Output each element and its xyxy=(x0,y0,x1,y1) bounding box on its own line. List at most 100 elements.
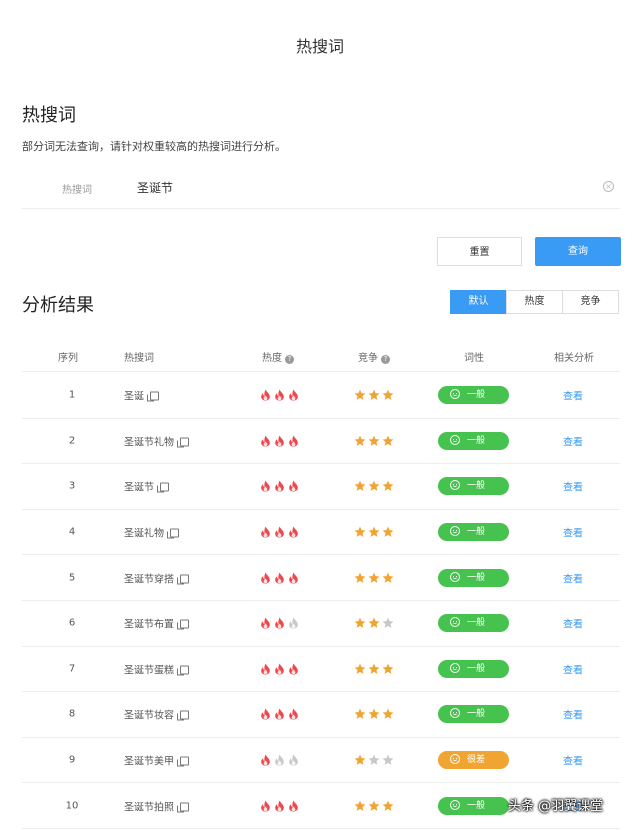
flame-icon xyxy=(288,526,299,538)
watermark: 头条 @羽翼课堂 xyxy=(508,799,604,814)
tone-tag: 一般 xyxy=(438,614,509,633)
tone-tag: 一般 xyxy=(438,568,509,587)
view-analysis-link[interactable]: 查看 xyxy=(563,479,583,494)
copy-icon[interactable] xyxy=(177,619,189,630)
view-analysis-link[interactable]: 查看 xyxy=(563,616,583,631)
search-label: 热搜词 xyxy=(62,185,92,196)
flame-icon xyxy=(288,389,299,401)
copy-icon[interactable] xyxy=(177,710,189,721)
flame-icon xyxy=(288,800,299,812)
query-button[interactable]: 查询 xyxy=(535,237,621,266)
star-icon xyxy=(354,754,366,766)
results-section-title: 分析结果 xyxy=(22,295,94,316)
star-icon xyxy=(382,572,394,584)
section-description: 部分词无法查询，请针对权重较高的热搜词进行分析。 xyxy=(22,140,286,153)
row-index: 10 xyxy=(65,800,79,812)
heat-rating xyxy=(260,663,299,675)
view-analysis-link[interactable]: 查看 xyxy=(563,753,583,768)
view-analysis-link[interactable]: 查看 xyxy=(563,570,583,585)
row-word-label: 圣诞节蛋糕 xyxy=(124,665,174,677)
flame-icon xyxy=(274,708,285,721)
row-word: 圣诞 xyxy=(124,388,159,403)
hot-search-section-title: 热搜词 xyxy=(22,105,76,126)
smiley-face-icon xyxy=(450,662,460,673)
competition-rating xyxy=(354,389,394,401)
smiley-face-icon xyxy=(450,571,460,582)
help-icon[interactable]: ? xyxy=(381,355,390,364)
row-word-label: 圣诞节美甲 xyxy=(124,756,174,768)
tone-tag: 一般 xyxy=(438,431,509,450)
competition-rating xyxy=(354,663,394,675)
view-analysis-link[interactable]: 查看 xyxy=(563,707,583,722)
view-analysis-link[interactable]: 查看 xyxy=(563,388,583,403)
row-word-label: 圣诞节礼物 xyxy=(124,437,174,449)
row-index: 3 xyxy=(68,480,76,492)
flame-icon xyxy=(288,617,299,629)
sort-tab-default[interactable]: 默认 xyxy=(450,290,507,314)
flame-icon xyxy=(260,800,271,812)
copy-icon[interactable] xyxy=(177,437,189,448)
star-icon xyxy=(368,663,380,675)
tone-tag: 一般 xyxy=(438,705,509,724)
row-word: 圣诞节布置 xyxy=(124,616,189,631)
copy-icon[interactable] xyxy=(177,802,189,813)
flame-icon xyxy=(274,663,285,675)
tone-label: 一般 xyxy=(467,435,486,446)
view-analysis-link[interactable]: 查看 xyxy=(563,433,583,448)
tone-badge: 一般 xyxy=(438,568,509,587)
tone-label: 一般 xyxy=(467,663,486,674)
copy-icon[interactable] xyxy=(167,528,179,539)
view-analysis-link[interactable]: 查看 xyxy=(563,661,583,676)
star-icon xyxy=(354,617,366,629)
tone-badge: 一般 xyxy=(438,659,509,678)
search-input[interactable] xyxy=(137,176,577,198)
star-icon xyxy=(368,389,380,401)
reset-button[interactable]: 重置 xyxy=(437,237,522,266)
copy-icon[interactable] xyxy=(177,665,189,676)
row-word-label: 圣诞节拍照 xyxy=(124,802,174,814)
flame-icon xyxy=(260,389,271,401)
view-analysis-link[interactable]: 查看 xyxy=(563,525,583,540)
star-icon xyxy=(382,435,394,447)
copy-icon[interactable] xyxy=(147,391,159,402)
row-word: 圣诞节妆容 xyxy=(124,707,189,722)
row-word: 圣诞节礼物 xyxy=(124,433,189,448)
heat-rating xyxy=(260,389,299,401)
star-icon xyxy=(382,389,394,401)
copy-icon[interactable] xyxy=(177,756,189,767)
flame-icon xyxy=(260,572,271,584)
flame-icon xyxy=(274,435,285,447)
competition-rating xyxy=(354,572,394,584)
star-icon xyxy=(368,526,380,538)
flame-icon xyxy=(274,389,285,401)
row-word: 圣诞节蛋糕 xyxy=(124,661,189,676)
star-icon xyxy=(368,480,380,492)
flame-icon xyxy=(288,572,299,584)
header-analysis: 相关分析 xyxy=(554,353,594,364)
flame-icon xyxy=(288,435,299,447)
sort-tab-heat[interactable]: 热度 xyxy=(506,290,563,314)
table-row: 4 圣诞礼物 一般 查看 xyxy=(22,510,620,556)
results-table-body: 1 圣诞 一般 查看 2 圣诞节礼物 一般 查看 3 圣诞节 一般 查看 4 圣诞礼物 一般 查看 5 圣诞节穿搭… xyxy=(22,373,620,829)
tone-label: 很差 xyxy=(467,755,486,766)
star-icon xyxy=(354,526,366,538)
row-word: 圣诞节美甲 xyxy=(124,753,189,768)
help-icon[interactable]: ? xyxy=(285,355,294,364)
copy-icon[interactable] xyxy=(177,574,189,585)
sort-tab-competition[interactable]: 竞争 xyxy=(562,290,619,314)
smiley-face-icon xyxy=(450,480,460,491)
tone-badge: 一般 xyxy=(438,477,509,496)
header-competition-label: 竞争 xyxy=(358,353,378,364)
star-icon xyxy=(368,617,380,629)
flame-icon xyxy=(274,480,285,493)
table-row: 1 圣诞 一般 查看 xyxy=(22,373,620,419)
copy-icon[interactable] xyxy=(157,482,169,493)
heat-rating xyxy=(260,754,299,766)
header-competition: 竞争? xyxy=(358,349,390,364)
star-icon xyxy=(382,800,394,812)
row-word-label: 圣诞 xyxy=(124,391,144,403)
star-icon xyxy=(382,663,394,675)
clear-circle-icon[interactable]: × xyxy=(603,181,614,192)
star-icon xyxy=(382,708,394,720)
row-index: 8 xyxy=(68,708,76,720)
